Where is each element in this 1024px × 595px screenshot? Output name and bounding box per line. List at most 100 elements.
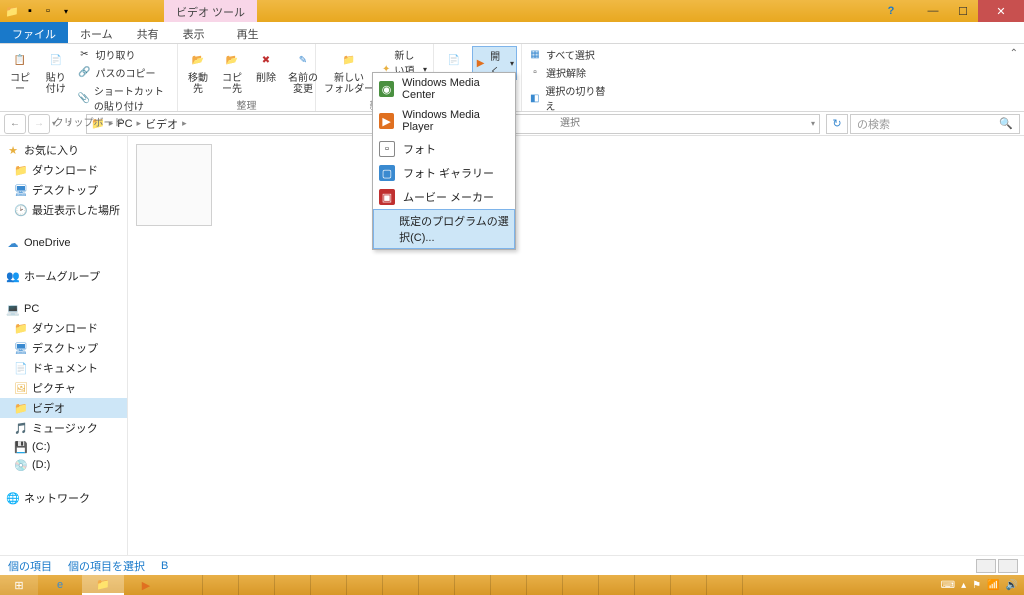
status-bar: 個の項目 個の項目を選択 B <box>0 555 1024 575</box>
new-folder-button[interactable]: 📁新しい フォルダー <box>320 46 378 97</box>
system-tray[interactable]: ⌨ ▴ ⚑ 📶 🔊 <box>935 575 1024 595</box>
help-button[interactable]: ? <box>876 0 906 22</box>
copy-to-button[interactable]: 📂コピー先 <box>216 46 248 97</box>
move-to-button[interactable]: 📂移動先 <box>182 46 214 97</box>
search-icon: 🔍 <box>999 117 1013 130</box>
sidebar-pc-pictures[interactable]: 🖼ピクチャ <box>0 378 127 398</box>
open-with-menu: ◉Windows Media Center ▶Windows Media Pla… <box>372 72 516 250</box>
select-none-button[interactable]: ▫選択解除 <box>526 64 614 81</box>
qat-dropdown-icon[interactable]: ▾ <box>58 3 74 19</box>
tab-share[interactable]: 共有 <box>125 22 171 43</box>
open-with-wmp[interactable]: ▶Windows Media Player <box>373 105 515 137</box>
invert-selection-button[interactable]: ◧選択の切り替え <box>526 82 614 114</box>
sidebar-onedrive[interactable]: ☁OneDrive <box>0 234 127 252</box>
tray-up-icon[interactable]: ▴ <box>961 580 966 591</box>
taskbar-wmp[interactable]: ▶ <box>125 575 167 595</box>
search-placeholder: の検索 <box>857 116 890 132</box>
paste-label: 貼り付け <box>42 73 69 95</box>
delete-icon: ✖ <box>254 48 278 72</box>
folder-icon: 📁 <box>96 578 110 591</box>
windows-logo-icon: ⊞ <box>14 579 23 592</box>
taskbar-ie[interactable]: e <box>39 575 81 595</box>
recent-icon: 🕑 <box>14 203 28 217</box>
open-with-wmc[interactable]: ◉Windows Media Center <box>373 73 515 105</box>
video-file-item[interactable] <box>136 144 212 226</box>
sidebar-pc-downloads[interactable]: 📁ダウンロード <box>0 318 127 338</box>
videos-icon: 📁 <box>14 401 28 415</box>
sidebar-pc-desktop[interactable]: 🖥デスクトップ <box>0 338 127 358</box>
copy-button[interactable]: 📋 コピー <box>4 46 36 97</box>
start-button[interactable]: ⊞ <box>0 575 38 595</box>
clipboard-group-label: クリップボード <box>4 114 173 130</box>
volume-icon[interactable]: 🔊 <box>1006 580 1018 591</box>
open-with-photo-gallery[interactable]: ▢フォト ギャラリー <box>373 161 515 185</box>
organize-group-label: 整理 <box>182 97 311 113</box>
select-all-button[interactable]: ▦すべて選択 <box>526 46 614 63</box>
sidebar-pc-videos[interactable]: 📁ビデオ <box>0 398 127 418</box>
paste-button[interactable]: 📄 貼り付け <box>38 46 73 97</box>
sidebar-homegroup[interactable]: 👥ホームグループ <box>0 266 127 286</box>
rename-icon: ✎ <box>291 48 315 72</box>
minimize-button[interactable]: — <box>918 0 948 22</box>
tab-home[interactable]: ホーム <box>68 22 125 43</box>
paste-icon: 📄 <box>44 48 68 72</box>
details-view-button[interactable] <box>976 559 996 573</box>
tab-file[interactable]: ファイル <box>0 22 68 43</box>
sidebar-pc[interactable]: 💻PC <box>0 300 127 318</box>
select-group-label: 選択 <box>526 114 614 130</box>
folder-icon: 📁 <box>14 321 28 335</box>
open-with-photos[interactable]: ▫フォト <box>373 137 515 161</box>
open-with-movie-maker[interactable]: ▣ムービー メーカー <box>373 185 515 209</box>
delete-button[interactable]: ✖削除 <box>250 46 282 86</box>
sidebar-network[interactable]: 🌐ネットワーク <box>0 488 127 508</box>
copy-to-icon: 📂 <box>220 48 244 72</box>
keyboard-icon[interactable]: ⌨ <box>941 580 955 591</box>
refresh-icon: ↻ <box>832 117 841 130</box>
maximize-button[interactable]: ☐ <box>948 0 978 22</box>
search-input[interactable]: の検索 🔍 <box>850 114 1020 134</box>
sidebar-favorites[interactable]: ★お気に入り <box>0 140 127 160</box>
file-list[interactable] <box>128 136 1024 555</box>
collapse-ribbon-icon[interactable]: ⌃ <box>1010 48 1018 59</box>
view-toggle <box>976 559 1018 573</box>
pc-icon: 💻 <box>6 302 20 316</box>
onedrive-icon: ☁ <box>6 236 20 250</box>
sidebar-downloads[interactable]: 📁ダウンロード <box>0 160 127 180</box>
size-label: B <box>161 560 168 572</box>
refresh-button[interactable]: ↻ <box>826 114 848 134</box>
sidebar-pc-music[interactable]: 🎵ミュージック <box>0 418 127 438</box>
window-controls: ? — ☐ ✕ <box>876 0 1024 22</box>
sidebar-c-drive[interactable]: 💾(C:) <box>0 438 127 456</box>
thumbnails-view-button[interactable] <box>998 559 1018 573</box>
disc-icon: 💿 <box>14 458 28 472</box>
cut-button[interactable]: ✂切り取り <box>75 46 173 63</box>
window-titlebar: 📁 ▪ ▫ ▾ ビデオ ツール ? — ☐ ✕ <box>0 0 1024 22</box>
open-icon: ▶ <box>475 56 486 70</box>
sidebar-recent[interactable]: 🕑最近表示した場所 <box>0 200 127 220</box>
qat-new-folder-icon[interactable]: ▫ <box>40 3 56 19</box>
breadcrumb-dropdown-icon[interactable]: ▾ <box>811 119 815 128</box>
movie-maker-icon: ▣ <box>379 189 395 205</box>
choose-default-program[interactable]: 既定のプログラムの選択(C)... <box>373 209 515 249</box>
ribbon-group-clipboard: 📋 コピー 📄 貼り付け ✂切り取り 🔗パスのコピー 📎ショートカットの貼り付け… <box>0 44 178 111</box>
tab-playback[interactable]: 再生 <box>225 22 271 43</box>
folder-icon: 📁 <box>4 3 20 19</box>
ribbon-group-select: ▦すべて選択 ▫選択解除 ◧選択の切り替え 選択 <box>522 44 618 111</box>
network-tray-icon[interactable]: 📶 <box>987 580 999 591</box>
taskbar-explorer[interactable]: 📁 <box>82 575 124 595</box>
copy-path-button[interactable]: 🔗パスのコピー <box>75 64 173 81</box>
homegroup-icon: 👥 <box>6 269 20 283</box>
photo-gallery-icon: ▢ <box>379 165 395 181</box>
flag-icon[interactable]: ⚑ <box>972 580 981 591</box>
tab-view[interactable]: 表示 <box>171 22 217 43</box>
paste-shortcut-button[interactable]: 📎ショートカットの貼り付け <box>75 82 173 114</box>
close-button[interactable]: ✕ <box>978 0 1024 22</box>
item-count-label: 個の項目 <box>8 558 52 574</box>
sidebar-pc-documents[interactable]: 📄ドキュメント <box>0 358 127 378</box>
navigation-pane: ★お気に入り 📁ダウンロード 🖥デスクトップ 🕑最近表示した場所 ☁OneDri… <box>0 136 128 555</box>
properties-button[interactable]: 📄 <box>438 46 470 74</box>
sidebar-d-drive[interactable]: 💿(D:) <box>0 456 127 474</box>
sidebar-desktop[interactable]: 🖥デスクトップ <box>0 180 127 200</box>
wmp-icon: ▶ <box>142 579 150 592</box>
qat-properties-icon[interactable]: ▪ <box>22 3 38 19</box>
